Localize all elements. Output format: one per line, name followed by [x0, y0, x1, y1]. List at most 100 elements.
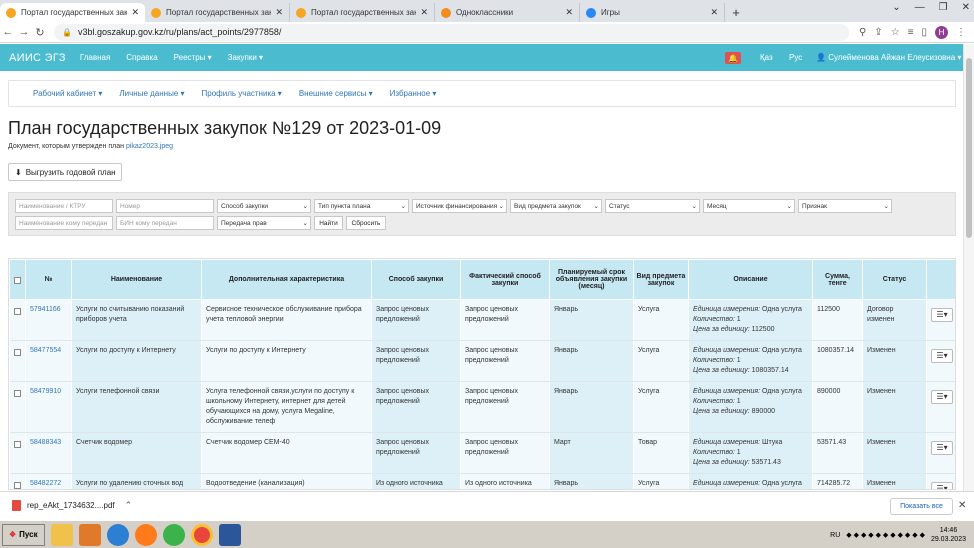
chevron-up-icon[interactable]: ⌃ [125, 500, 133, 511]
nav-participant-profile[interactable]: Профиль участника ▾ [202, 89, 282, 98]
word-icon[interactable] [218, 523, 241, 546]
reset-button[interactable]: Сбросить [346, 216, 386, 230]
row-select-cell[interactable] [9, 340, 26, 382]
internet-explorer-icon[interactable] [106, 523, 129, 546]
unit-label: Единица измерения: [693, 306, 761, 313]
reading-list-icon[interactable]: ≡ [908, 27, 914, 38]
select-all-cell[interactable] [9, 259, 26, 300]
select-all-checkbox[interactable] [14, 276, 21, 284]
menu-home[interactable]: Главная [80, 53, 110, 62]
row-menu-button[interactable]: ☰▾ [931, 349, 953, 363]
row-select-cell[interactable] [9, 299, 26, 341]
sign-select[interactable]: Признак ⌄ [798, 199, 892, 213]
method-select[interactable]: Способ закупки ⌄ [217, 199, 311, 213]
scrollbar-thumb[interactable] [966, 58, 972, 238]
row-number-link[interactable]: 58488343 [30, 439, 61, 446]
language-indicator[interactable]: RU [830, 532, 840, 539]
price-value: 890000 [751, 408, 775, 415]
page-scrollbar[interactable] [963, 44, 974, 491]
tab-close-icon[interactable]: ✕ [565, 7, 573, 18]
row-select-cell[interactable] [9, 381, 26, 433]
back-icon[interactable]: ← [0, 26, 16, 38]
row-menu-button[interactable]: ☰▾ [931, 482, 953, 489]
show-all-downloads-button[interactable]: Показать все [890, 498, 953, 515]
doc-link[interactable]: pikaz2023.jpeg [126, 143, 173, 150]
tab-search-icon[interactable]: ⌄ [892, 2, 900, 13]
browser-tab[interactable]: Портал государственных закупок✕ [0, 3, 145, 22]
zoom-icon[interactable]: ⚲ [859, 27, 866, 38]
brand-logo[interactable]: АИИС ЭГЗ [9, 52, 66, 64]
row-menu-button[interactable]: ☰▾ [931, 390, 953, 404]
row-number-link[interactable]: 58482272 [30, 480, 61, 487]
bin-input[interactable]: БИН кому передан [116, 216, 214, 230]
nav-personal-data[interactable]: Личные данные ▾ [119, 89, 184, 98]
firefox-icon[interactable] [134, 523, 157, 546]
row-menu-button[interactable]: ☰▾ [931, 308, 953, 322]
media-player-icon[interactable] [78, 523, 101, 546]
start-button[interactable]: ❖ Пуск [2, 523, 45, 546]
url-bar[interactable]: 🔒 v3bl.goszakup.gov.kz/ru/plans/act_poin… [54, 23, 849, 41]
file-explorer-icon[interactable] [50, 523, 73, 546]
name-filter-input[interactable]: Наименование / КТРУ [15, 199, 113, 213]
close-icon[interactable]: ✕ [958, 500, 966, 511]
browser-tab[interactable]: Игры ✕ [580, 3, 725, 22]
subject-select[interactable]: Вид предмета закупок ⌄ [510, 199, 602, 213]
funding-select[interactable]: Источник финансирования ⌄ [412, 199, 507, 213]
clock[interactable]: 14:46 29.03.2023 [931, 526, 966, 544]
menu-purchases[interactable]: Закупки ▾ [228, 53, 263, 62]
row-select-cell[interactable] [9, 432, 26, 474]
row-status: Изменен [862, 340, 927, 382]
share-icon[interactable]: ⇪ [874, 27, 882, 38]
profile-avatar[interactable]: Н [935, 25, 949, 39]
row-checkbox[interactable] [13, 349, 21, 356]
row-number-link[interactable]: 57941166 [30, 306, 61, 313]
menu-registries[interactable]: Реестры ▾ [174, 53, 212, 62]
nav-favorites[interactable]: Избранное ▾ [390, 89, 437, 98]
row-number-link[interactable]: 58477554 [30, 347, 61, 354]
side-panel-icon[interactable]: ▯ [922, 27, 928, 38]
new-tab-button[interactable]: + [725, 3, 747, 22]
browser-tab[interactable]: Портал государственных закупок✕ [290, 3, 435, 22]
transfer-name-input[interactable]: Наименование кому передан [15, 216, 113, 230]
restore-icon[interactable]: ❐ [939, 2, 948, 13]
point-type-select[interactable]: Тип пункта плана ⌄ [314, 199, 409, 213]
rights-select[interactable]: Передача прав ⌄ [217, 216, 311, 230]
row-checkbox[interactable] [13, 308, 21, 315]
bell-icon[interactable]: 🔔 [725, 52, 741, 64]
row-checkbox[interactable] [13, 441, 21, 448]
browser-tab[interactable]: Портал государственных закупок✕ [145, 3, 290, 22]
bookmark-star-icon[interactable]: ☆ [891, 27, 900, 38]
tab-close-icon[interactable]: ✕ [275, 7, 283, 18]
reload-icon[interactable]: ↻ [32, 26, 48, 39]
close-window-icon[interactable]: ✕ [962, 2, 970, 13]
lang-ru[interactable]: Рус [789, 53, 802, 62]
tab-close-icon[interactable]: ✕ [420, 7, 428, 18]
chrome-icon[interactable] [190, 523, 213, 546]
row-checkbox[interactable] [13, 482, 21, 489]
row-select-cell[interactable] [9, 473, 26, 489]
tab-close-icon[interactable]: ✕ [710, 7, 718, 18]
user-menu[interactable]: 👤 Сулейменова Айжан Елеусизовна ▾ [816, 53, 961, 62]
forward-icon[interactable]: → [16, 26, 32, 38]
minimize-icon[interactable]: — [915, 2, 925, 13]
tray-icons[interactable]: ◆ ◆ ◆ ◆ ◆ ◆ ◆ ◆ ◆ ◆ ◆ [846, 531, 925, 539]
messenger-icon[interactable] [162, 523, 185, 546]
month-select[interactable]: Месяц ⌄ [703, 199, 795, 213]
row-checkbox[interactable] [13, 390, 21, 397]
number-filter-input[interactable]: Номер [116, 199, 214, 213]
lang-kz[interactable]: Қаз [760, 53, 773, 62]
row-number-link[interactable]: 58479910 [30, 388, 61, 395]
nav-external-services[interactable]: Внешние сервисы ▾ [299, 89, 373, 98]
tab-close-icon[interactable]: ✕ [131, 7, 139, 18]
browser-tab[interactable]: Одноклассники ✕ [435, 3, 580, 22]
status-select[interactable]: Статус ⌄ [605, 199, 700, 213]
nav-cabinet[interactable]: Рабочий кабинет ▾ [33, 89, 102, 98]
export-plan-button[interactable]: ⬇ Выгрузить годовой план [8, 163, 122, 181]
unit-label: Единица измерения: [693, 439, 761, 446]
clock-date: 29.03.2023 [930, 536, 966, 543]
browser-menu-icon[interactable]: ⋮ [956, 27, 966, 38]
find-button[interactable]: Найти [314, 216, 343, 230]
download-file-name[interactable]: rep_eAkt_1734632....pdf [27, 501, 115, 510]
menu-help[interactable]: Справка [126, 53, 157, 62]
row-menu-button[interactable]: ☰▾ [931, 441, 953, 455]
